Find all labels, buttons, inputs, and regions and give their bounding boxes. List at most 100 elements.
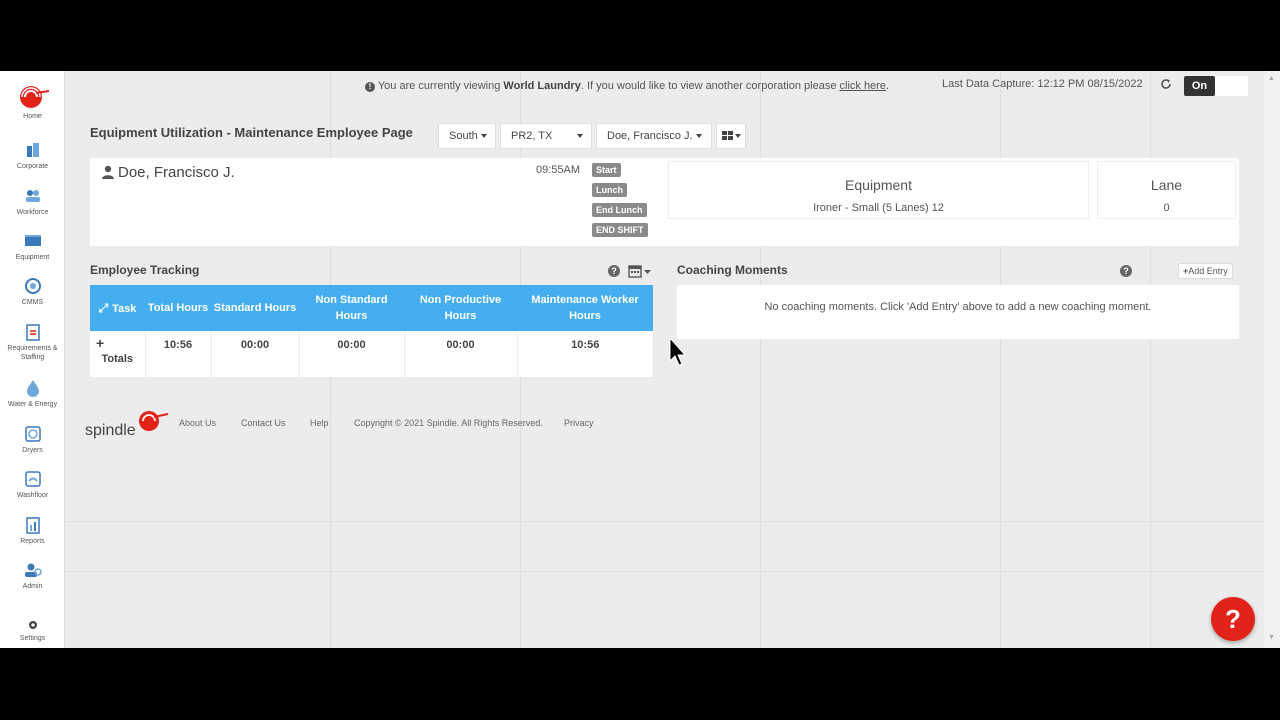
table-cell: 00:00 — [299, 331, 405, 377]
auto-refresh-toggle[interactable]: On — [1184, 76, 1248, 96]
app-screen: Home Corporate Workforce Equipment CMMS … — [0, 71, 1280, 648]
sidebar-item-corporate[interactable]: Corporate — [0, 141, 65, 171]
bg-line — [65, 521, 1265, 522]
sidebar-item-cmms[interactable]: CMMS — [0, 277, 65, 307]
admin-icon — [24, 563, 42, 577]
sidebar-item-label: Water & Energy — [7, 401, 58, 408]
shift-time: 09:55AM — [536, 164, 581, 176]
notice-prefix: You are currently viewing — [377, 80, 501, 92]
sidebar-item-label: Dryers — [22, 447, 43, 454]
notice-corporation: World Laundry — [503, 80, 581, 92]
sidebar-item-label: Home — [23, 113, 42, 120]
table-cell: 10:56 — [145, 331, 212, 377]
spindle-logo-icon — [19, 86, 49, 108]
notice-end: . — [885, 80, 890, 92]
user-icon — [102, 165, 114, 179]
last-data-capture: Last Data Capture: 12:12 PM 08/15/2022 — [942, 78, 1143, 90]
lunch-event-button[interactable]: Lunch — [592, 183, 627, 197]
calendar-icon[interactable] — [628, 264, 653, 278]
employee-value: Doe, Francisco J. — [607, 130, 693, 142]
sidebar-item-water-energy[interactable]: Water & Energy — [0, 379, 65, 409]
lane-value: 0 — [1163, 202, 1170, 214]
privacy-link[interactable]: Privacy — [564, 418, 594, 428]
table-row: + Totals 10:56 00:00 00:00 00:00 10:56 — [90, 331, 653, 377]
sidebar-item-label: Washfloor — [16, 492, 49, 499]
sidebar-item-label: Corporate — [16, 163, 49, 170]
column-header-non-productive-hours: Non Productive Hours — [404, 285, 517, 331]
employee-tracking-title: Employee Tracking — [90, 263, 200, 277]
scroll-up-icon[interactable]: ▲ — [1268, 75, 1275, 82]
about-us-link[interactable]: About Us — [179, 418, 216, 428]
help-icon[interactable]: ? — [1120, 265, 1132, 277]
column-header-label: Task — [112, 302, 137, 315]
help-chat-button[interactable]: ? — [1211, 597, 1255, 641]
lane-box: Lane 0 — [1097, 161, 1236, 219]
coaching-moments-title: Coaching Moments — [677, 263, 788, 277]
totals-cell[interactable]: + Totals — [90, 331, 146, 377]
sidebar-item-label: Workforce — [16, 209, 49, 216]
sidebar-item-equipment[interactable]: Equipment — [0, 232, 65, 262]
sidebar-item-label: Reports — [20, 538, 45, 545]
table-cell: 00:00 — [404, 331, 518, 377]
page-title: Equipment Utilization - Maintenance Empl… — [90, 125, 413, 140]
column-header-task[interactable]: ⤢ Task — [90, 285, 145, 331]
corporation-notice: ! You are currently viewing World Laundr… — [365, 80, 889, 92]
employee-card: Doe, Francisco J. 09:55AM Start Lunch En… — [90, 158, 1239, 246]
mouse-pointer-icon — [669, 337, 687, 366]
add-entry-button[interactable]: +Add Entry — [1178, 263, 1233, 279]
empty-state-message: No coaching moments. Click 'Add Entry' a… — [764, 301, 1152, 313]
sidebar-item-label: Settings — [19, 635, 46, 642]
equipment-label: Equipment — [845, 177, 912, 193]
sidebar-item-workforce[interactable]: Workforce — [0, 187, 65, 217]
expand-plus-icon: + — [96, 335, 105, 351]
chevron-down-icon — [735, 134, 741, 139]
change-corporation-link[interactable]: click here — [840, 80, 886, 92]
sidebar-item-requirements[interactable]: Requirements & Staffing — [0, 323, 65, 362]
spindle-footer-logo[interactable]: spindle — [85, 408, 170, 442]
chevron-down-icon — [695, 134, 702, 139]
info-icon: ! — [365, 82, 375, 92]
plant-dropdown[interactable]: PR2, TX — [500, 123, 592, 149]
sidebar-item-label: Equipment — [15, 254, 50, 261]
sidebar-item-admin[interactable]: Admin — [0, 561, 65, 591]
column-header-non-standard-hours: Non Standard Hours — [299, 285, 404, 331]
help-icon[interactable]: ? — [608, 265, 620, 277]
sidebar-item-label: CMMS — [21, 299, 44, 306]
help-link[interactable]: Help — [310, 418, 329, 428]
copyright-text: Copyright © 2021 Spindle. All Rights Res… — [354, 418, 543, 428]
equipment-value: Ironer - Small (5 Lanes) 12 — [813, 202, 944, 214]
sidebar-item-reports[interactable]: Reports — [0, 516, 65, 546]
employee-dropdown[interactable]: Doe, Francisco J. — [596, 123, 712, 149]
employee-name: Doe, Francisco J. — [118, 164, 235, 181]
end-lunch-event-button[interactable]: End Lunch — [592, 203, 647, 217]
table-cell: 10:56 — [571, 339, 600, 351]
bg-line — [65, 571, 1265, 572]
expand-icon: ⤢ — [98, 300, 109, 315]
toggle-on-label: On — [1184, 76, 1215, 96]
scroll-down-icon[interactable]: ▼ — [1268, 634, 1275, 641]
reports-icon — [25, 517, 40, 534]
start-event-button[interactable]: Start — [592, 163, 621, 177]
dryer-icon — [24, 426, 41, 442]
sidebar-item-washfloor[interactable]: Washfloor — [0, 470, 65, 500]
employee-tracking-table: ⤢ Task Total Hours Standard Hours Non Sta… — [90, 285, 653, 377]
logo-text: spindle — [85, 422, 136, 439]
layout-menu-button[interactable] — [716, 123, 746, 149]
building-icon — [26, 143, 39, 157]
scrollbar[interactable]: ▲ ▼ — [1264, 71, 1280, 648]
washer-icon — [24, 235, 41, 246]
column-header-standard-hours: Standard Hours — [211, 285, 299, 331]
sidebar-item-settings[interactable]: Settings — [0, 619, 65, 643]
sidebar-item-home[interactable]: Home — [0, 83, 65, 121]
contact-us-link[interactable]: Contact Us — [241, 418, 286, 428]
totals-label: Totals — [101, 353, 134, 365]
chevron-down-icon — [480, 134, 487, 139]
region-dropdown[interactable]: South — [438, 123, 496, 149]
sidebar-item-dryers[interactable]: Dryers — [0, 425, 65, 455]
end-shift-event-button[interactable]: END SHIFT — [592, 223, 648, 237]
column-header-total-hours: Total Hours — [145, 285, 211, 331]
spindle-logo-icon — [139, 411, 169, 431]
refresh-icon[interactable] — [1160, 78, 1172, 90]
sidebar-item-label: Admin — [22, 583, 43, 590]
gear-icon — [28, 621, 37, 629]
